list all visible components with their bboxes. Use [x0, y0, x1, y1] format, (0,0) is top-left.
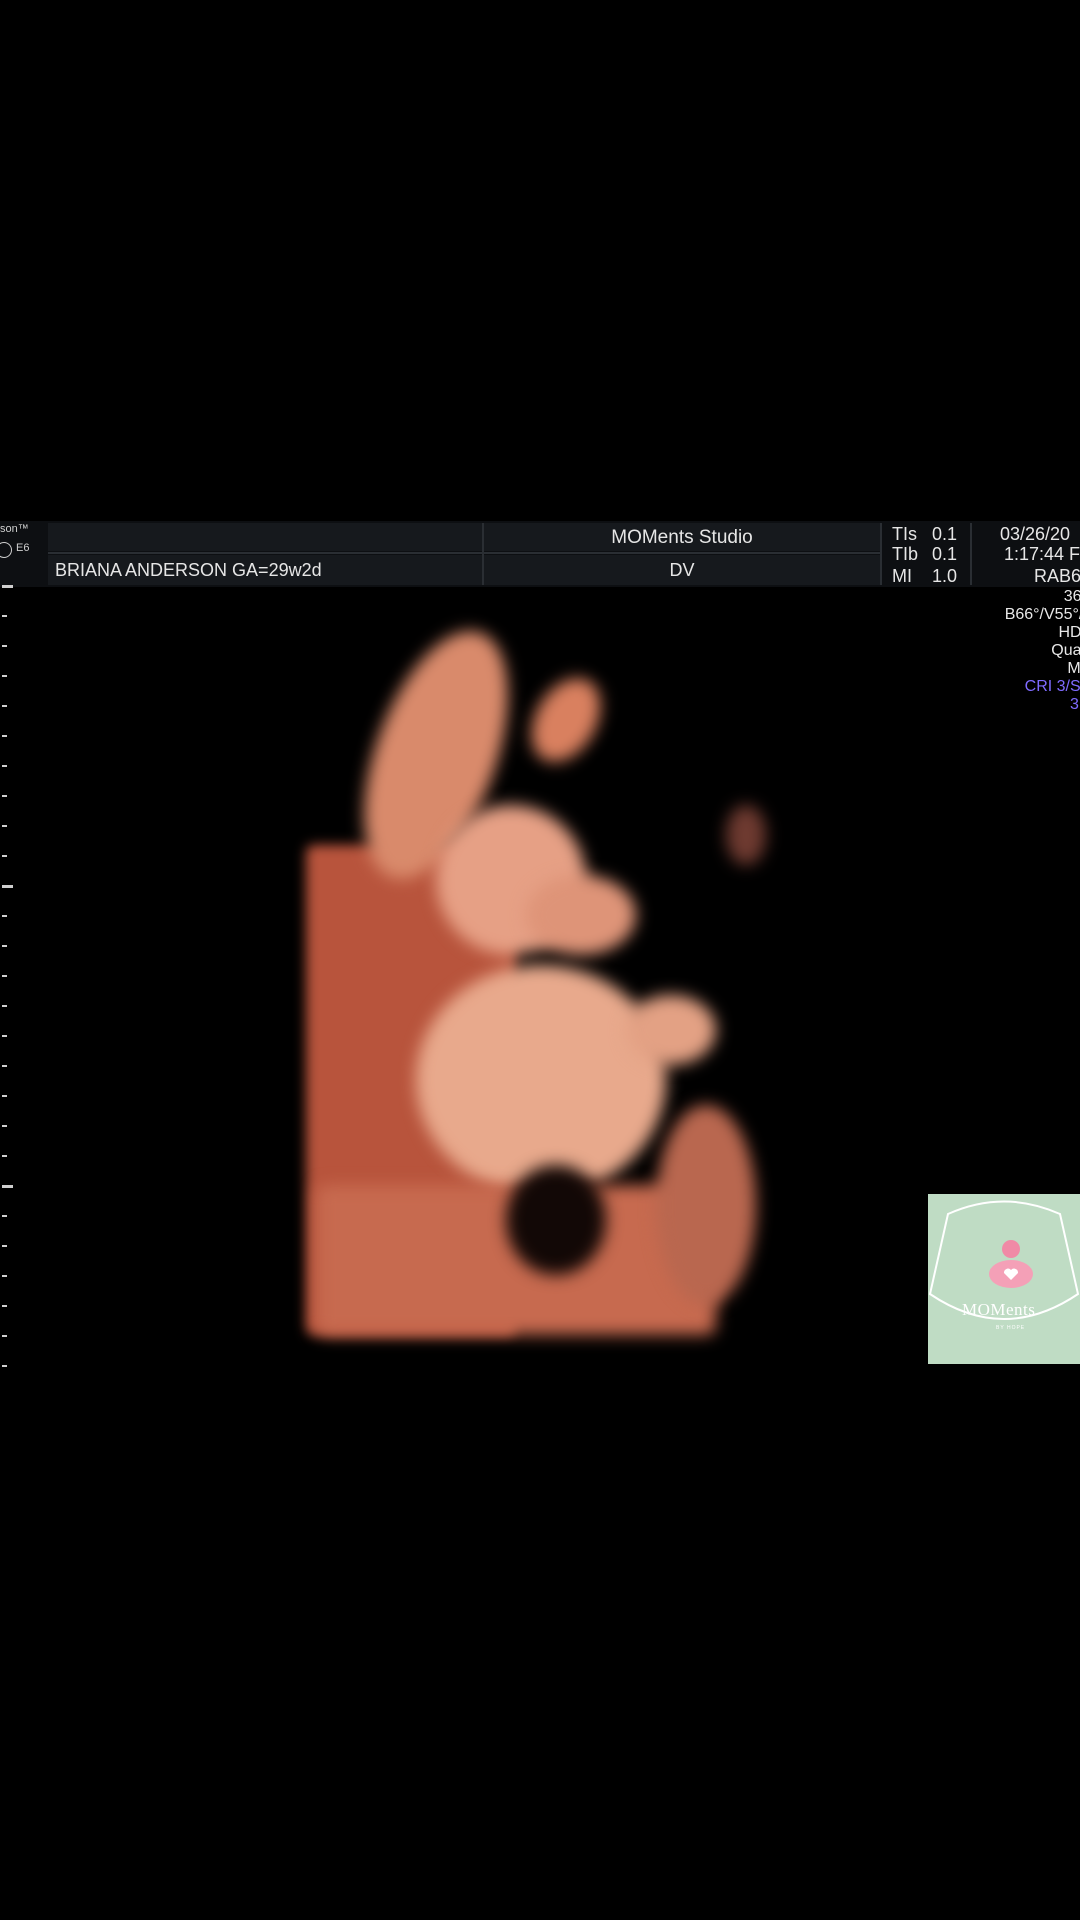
imaging-parameters: 36 Hz/ B66°/V55°/ 9.6 HDlive/ Qual hic M…	[1005, 588, 1080, 714]
render-region	[526, 875, 636, 955]
header-divider	[880, 523, 882, 585]
logo-arc-icon	[928, 1200, 1080, 1320]
param-line-highlight: CRI 3/SRI 3	[1024, 678, 1080, 695]
param-line: Qual hic	[1051, 642, 1080, 659]
ruler-tick	[2, 1335, 7, 1337]
param-line: HDlive/	[1058, 624, 1080, 641]
index-label: TIb	[892, 544, 919, 564]
render-region	[506, 1165, 606, 1275]
ruler-tick	[2, 675, 7, 677]
render-region	[726, 805, 766, 865]
index-mi: MI 1.0	[892, 566, 957, 587]
ruler-tick	[2, 765, 7, 767]
ruler-tick	[2, 1275, 7, 1277]
param-line-highlight: 3D St	[1069, 696, 1080, 713]
ruler-tick	[2, 885, 13, 888]
ruler-tick	[2, 975, 7, 977]
index-tis: TIs 0.1	[892, 524, 957, 545]
ruler-tick	[2, 1155, 7, 1157]
ruler-tick	[2, 615, 7, 617]
ruler-tick	[2, 1125, 7, 1127]
view-mode: DV	[669, 560, 695, 580]
depth-ruler	[0, 585, 14, 1367]
ruler-tick	[2, 1245, 7, 1247]
ruler-tick	[2, 1035, 7, 1037]
ruler-tick	[2, 825, 7, 827]
param-line: 36 Hz/	[1063, 588, 1080, 605]
brand-label: son™	[0, 523, 29, 535]
ruler-tick	[2, 735, 7, 737]
ruler-tick	[2, 1005, 7, 1007]
ruler-tick	[2, 945, 7, 947]
index-value: 0.1	[932, 524, 958, 544]
logo-subtitle: BY HOPE	[996, 1325, 1026, 1331]
header-divider	[970, 523, 972, 585]
studio-logo: MOMents BY HOPE	[928, 1194, 1080, 1364]
probe-label: E6	[16, 542, 30, 554]
logo-name: MOMents	[962, 1300, 1036, 1319]
header-cell-left-top	[48, 523, 482, 551]
probe-model: RAB6	[1034, 566, 1080, 586]
render-region	[416, 965, 666, 1195]
header-divider	[48, 552, 880, 554]
param-line: B66°/V55°/ 9.6	[1004, 606, 1080, 623]
ruler-tick	[2, 855, 7, 857]
index-tib: TIb 0.1	[892, 544, 957, 565]
ruler-tick	[2, 1215, 7, 1217]
exam-date: 03/26/20	[1000, 524, 1071, 544]
index-label: TIs	[892, 524, 917, 544]
studio-name: MOMents Studio	[611, 527, 753, 548]
index-label: MI	[892, 566, 912, 586]
ruler-tick	[2, 1305, 7, 1307]
ruler-tick	[2, 1095, 7, 1097]
ruler-tick	[2, 915, 7, 917]
ruler-tick	[2, 1365, 7, 1367]
ruler-tick	[2, 585, 13, 588]
index-value: 1.0	[932, 566, 958, 586]
patient-info: BRIANA ANDERSON GA=29w2d	[55, 560, 322, 580]
index-value: 0.1	[932, 544, 958, 564]
render-region	[517, 666, 615, 774]
render-region	[656, 1105, 756, 1305]
exam-time: 1:17:44 F	[1004, 544, 1080, 564]
ruler-tick	[2, 795, 7, 797]
ultrasound-3d-render	[306, 612, 796, 1335]
param-line: Mix10	[1067, 660, 1080, 677]
ruler-tick	[2, 1065, 7, 1067]
render-region	[626, 995, 716, 1065]
ruler-tick	[2, 1185, 13, 1188]
ruler-tick	[2, 705, 7, 707]
ruler-tick	[2, 645, 7, 647]
